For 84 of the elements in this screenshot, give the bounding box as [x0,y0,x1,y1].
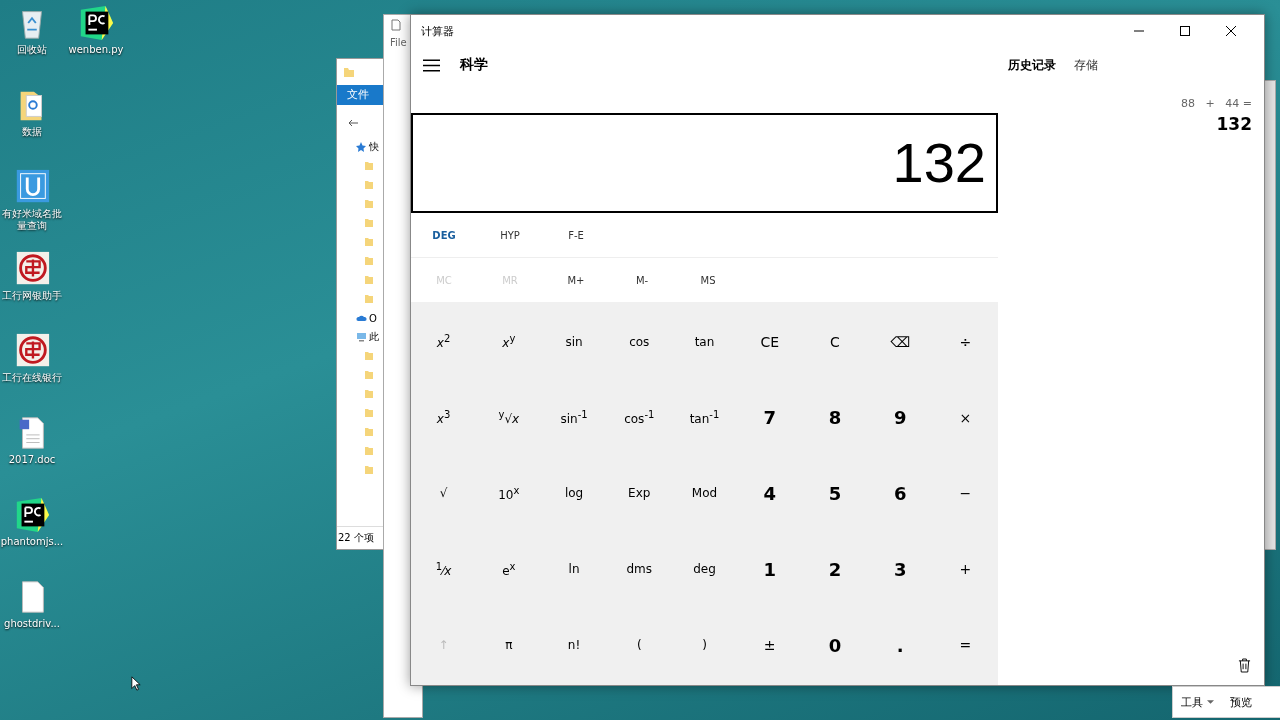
digit-key[interactable]: 6 [867,455,933,532]
history-expression[interactable]: 88 + 44 = [1181,97,1252,110]
function-key[interactable]: tan$^{-1}$ [671,379,738,456]
nav-item-label[interactable]: O [369,312,377,324]
digit-key[interactable]: 1 [737,531,803,608]
desktop-icon-label[interactable]: ghostdriv... [0,618,64,630]
function-key[interactable]: ) [671,607,738,683]
document-icon [390,19,402,31]
digit-key[interactable]: . [867,607,933,683]
nav-item-label[interactable]: 快 [369,140,379,154]
desktop-icon-label[interactable]: 2017.doc [0,454,64,466]
digit-key[interactable]: 8 [802,379,868,456]
mouse-pointer-icon [131,676,141,691]
function-key[interactable]: x$^{y}$ [476,304,542,380]
digit-key[interactable]: 2 [802,531,868,608]
digit-key[interactable]: 9 [867,379,933,456]
function-key[interactable]: dms [606,531,672,608]
preview-button[interactable]: 预览 [1222,690,1260,714]
function-key[interactable]: cos$^{-1}$ [606,379,672,456]
function-key[interactable]: sin$^{-1}$ [541,379,607,456]
function-key[interactable]: ln [541,531,607,608]
desktop-icon-label[interactable]: 回收站 [0,44,64,56]
window-title: 计算器 [421,23,454,39]
desktop-icon-label[interactable]: wenben.py [64,44,128,56]
memory-button[interactable]: M+ [543,273,609,287]
function-key[interactable]: $^{1}$⁄x [411,531,477,608]
mode-toggle[interactable]: HYP [477,228,543,242]
digit-key[interactable]: 3 [867,531,933,608]
function-key[interactable]: e$^{x}$ [476,531,542,608]
desktop-icon-label[interactable]: 工行在线银行 [0,372,64,384]
folder-icon [343,66,355,78]
operator-key[interactable]: + [932,531,998,608]
function-key[interactable]: √ [411,455,477,532]
function-key[interactable]: π [476,607,542,683]
maximize-icon[interactable] [1180,26,1190,36]
panel-tab[interactable]: 存储 [1068,52,1104,78]
history-result[interactable]: 132 [1216,114,1252,134]
digit-key[interactable]: 4 [737,455,803,532]
delete-icon[interactable] [1238,658,1251,673]
result-display: 132 [411,113,998,213]
panel-tab[interactable]: 历史记录 [1002,52,1062,78]
function-key[interactable]: cos [606,304,672,380]
back-arrow-icon[interactable] [347,117,359,129]
digit-key[interactable]: 5 [802,455,868,532]
desktop-icon-label[interactable]: 有好米域名批量查询 [0,208,64,232]
function-key[interactable]: log [541,455,607,532]
memory-button[interactable]: MS [675,273,741,287]
ribbon-tab[interactable]: 文件 [337,85,383,105]
function-key[interactable]: $^{y}$√x [476,379,542,456]
function-key[interactable]: x$^{2}$ [411,304,477,380]
function-key[interactable]: 10$^{x}$ [476,455,542,532]
function-key[interactable]: tan [671,304,738,380]
menu-icon[interactable] [423,58,440,72]
memory-button[interactable]: M- [609,273,675,287]
caret-icon [1207,700,1214,704]
mode-toggle[interactable]: F-E [543,228,609,242]
mode-toggle[interactable]: DEG [411,228,477,242]
function-key[interactable]: ( [606,607,672,683]
function-key[interactable]: Mod [671,455,738,532]
operator-key[interactable]: × [932,379,998,456]
function-key[interactable]: deg [671,531,738,608]
star-icon[interactable] [355,141,367,153]
operator-key[interactable]: C [802,304,868,380]
function-key[interactable]: x$^{3}$ [411,379,477,456]
nav-item-label[interactable]: 此 [369,330,379,344]
function-key[interactable]: Exp [606,455,672,532]
operator-key[interactable]: − [932,455,998,532]
operator-key[interactable]: CE [737,304,803,380]
desktop-icon-label[interactable]: 数据 [0,126,64,138]
desktop-icon-label[interactable]: 工行网银助手 [0,290,64,302]
digit-key[interactable]: 7 [737,379,803,456]
operator-key[interactable]: ⌫ [867,304,933,380]
close-icon[interactable] [1226,26,1236,36]
function-key[interactable]: sin [541,304,607,380]
desktop-icon-label[interactable]: phantomjs... [0,536,64,548]
function-key[interactable]: n! [541,607,607,683]
file-menu[interactable]: File [390,37,407,48]
computer-icon[interactable] [355,331,367,343]
operator-key[interactable]: = [932,607,998,683]
operator-key[interactable]: ± [737,607,803,683]
tools-dropdown[interactable]: 工具 [1173,690,1222,714]
operator-key[interactable]: ÷ [932,304,998,380]
mode-title: 科学 [460,56,488,74]
digit-key[interactable]: 0 [802,607,868,683]
